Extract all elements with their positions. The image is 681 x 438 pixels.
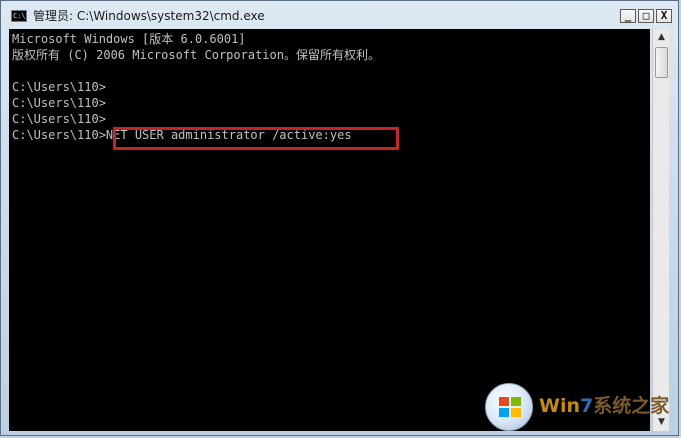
window-title: 管理员: C:\Windows\system32\cmd.exe bbox=[33, 9, 265, 23]
command-highlight-box bbox=[113, 127, 399, 150]
watermark-brand-site: 系统之家 bbox=[593, 395, 670, 417]
cmd-icon-label: C:\ bbox=[13, 12, 26, 20]
maximize-button[interactable]: □ bbox=[638, 9, 654, 23]
watermark-brand-win: Win bbox=[539, 395, 580, 417]
console-line: Microsoft Windows [版本 6.0.6001] bbox=[12, 32, 246, 46]
vertical-scrollbar[interactable]: ▲ ▼ bbox=[652, 29, 669, 431]
watermark: Win7系统之家 bbox=[485, 383, 680, 435]
cmd-window: C:\ 管理员: C:\Windows\system32\cmd.exe _ □… bbox=[0, 0, 679, 436]
console-line: C:\Users\110> bbox=[12, 112, 106, 126]
close-button[interactable]: X bbox=[656, 9, 672, 23]
minimize-button[interactable]: _ bbox=[620, 9, 636, 23]
window-controls: _ □ X bbox=[620, 9, 672, 24]
console-output[interactable]: Microsoft Windows [版本 6.0.6001] 版权所有 (C)… bbox=[9, 29, 650, 431]
title-bar[interactable]: C:\ 管理员: C:\Windows\system32\cmd.exe _ □… bbox=[1, 1, 678, 29]
scroll-up-icon[interactable]: ▲ bbox=[654, 29, 669, 46]
console-line: 版权所有 (C) 2006 Microsoft Corporation。保留所有… bbox=[12, 48, 380, 62]
windows-logo-icon bbox=[485, 383, 533, 431]
watermark-brand-7: 7 bbox=[580, 395, 594, 417]
console-line: C:\Users\110> bbox=[12, 80, 106, 94]
scroll-thumb[interactable] bbox=[655, 47, 668, 78]
watermark-text: Win7系统之家 bbox=[539, 393, 669, 419]
cmd-icon[interactable]: C:\ bbox=[11, 10, 27, 22]
console-line: C:\Users\110> bbox=[12, 96, 106, 110]
